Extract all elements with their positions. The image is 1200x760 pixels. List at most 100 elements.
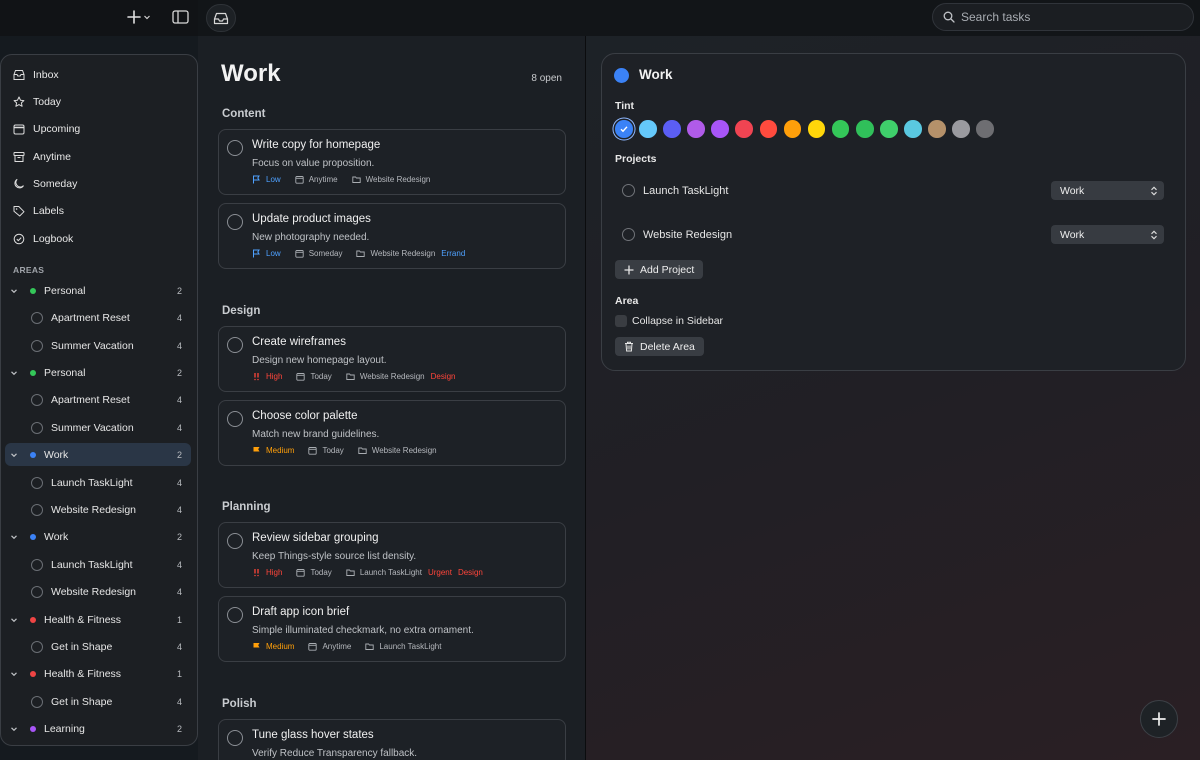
plus-icon xyxy=(1152,712,1166,726)
sidebar-project-row[interactable]: Summer Vacation 4 xyxy=(5,334,191,357)
tint-swatch[interactable] xyxy=(880,120,898,138)
task-note: Simple illuminated checkmark, no extra o… xyxy=(252,625,474,636)
nav-logbook[interactable]: Logbook xyxy=(13,229,73,249)
sidebar-area-row[interactable]: Health & Fitness 1 xyxy=(5,662,191,685)
area-title[interactable]: Work xyxy=(639,67,673,82)
delete-area-button[interactable]: Delete Area xyxy=(615,337,704,356)
sidebar-project-row[interactable]: Website Redesign 4 xyxy=(5,580,191,603)
project-area-select[interactable]: Work xyxy=(1051,181,1164,200)
sidebar-project-row[interactable]: Launch TaskLight 4 xyxy=(5,471,191,494)
nav-someday[interactable]: Someday xyxy=(13,174,77,194)
chevron-down-icon[interactable] xyxy=(10,533,24,541)
calendar-icon xyxy=(296,569,306,577)
search-input[interactable] xyxy=(961,10,1181,24)
chevron-down-icon[interactable] xyxy=(10,725,24,733)
task-checkbox[interactable] xyxy=(227,214,243,230)
new-item-menu-button[interactable] xyxy=(124,7,154,27)
collapse-in-sidebar-checkbox[interactable]: Collapse in Sidebar xyxy=(615,315,723,327)
sidebar-area-row[interactable]: Work 2 xyxy=(5,443,191,466)
sidebar-project-row[interactable]: Website Redesign 4 xyxy=(5,498,191,521)
search-field[interactable] xyxy=(932,3,1194,31)
checkbox-box[interactable] xyxy=(615,315,627,327)
pane-divider[interactable] xyxy=(585,36,586,760)
project-circle-icon xyxy=(31,695,43,708)
priority-icon xyxy=(252,568,261,577)
tint-swatch[interactable] xyxy=(904,120,922,138)
sidebar-area-row[interactable]: Work 2 xyxy=(5,525,191,548)
task-checkbox[interactable] xyxy=(227,533,243,549)
task-meta: High Today Launch TaskLight Urgent Design xyxy=(252,568,483,577)
sidebar-area-row[interactable]: Personal 2 xyxy=(5,361,191,384)
tint-swatch[interactable] xyxy=(687,120,705,138)
updown-chevron-icon xyxy=(1150,186,1158,196)
nav-upcoming[interactable]: Upcoming xyxy=(13,119,80,139)
project-row[interactable]: Website Redesign xyxy=(622,228,732,241)
task-card[interactable]: Write copy for homepage Focus on value pr… xyxy=(218,129,566,195)
sidebar-project-row[interactable]: Summer Vacation 4 xyxy=(5,416,191,439)
toggle-sidebar-button[interactable] xyxy=(169,7,191,27)
task-checkbox[interactable] xyxy=(227,607,243,623)
task-checkbox[interactable] xyxy=(227,411,243,427)
task-checkbox[interactable] xyxy=(227,140,243,156)
chevron-down-icon[interactable] xyxy=(10,287,24,295)
flag-fill-icon xyxy=(253,447,260,455)
sidebar-project-row[interactable]: Apartment Reset 4 xyxy=(5,306,191,329)
tint-swatch[interactable] xyxy=(711,120,729,138)
task-checkbox[interactable] xyxy=(227,730,243,746)
task-card[interactable]: Update product images New photography nee… xyxy=(218,203,566,269)
project-circle-icon xyxy=(31,311,43,324)
sidebar-icon xyxy=(171,10,189,24)
nav-labels[interactable]: Labels xyxy=(13,201,64,221)
checkbox-label: Collapse in Sidebar xyxy=(632,315,724,327)
task-title: Update product images xyxy=(252,213,371,225)
row-count: 4 xyxy=(176,312,182,323)
chevron-down-icon[interactable] xyxy=(10,451,24,459)
add-project-button[interactable]: Add Project xyxy=(615,260,704,279)
sidebar-project-row[interactable]: Apartment Reset 4 xyxy=(5,388,191,411)
tint-swatch[interactable] xyxy=(663,120,681,138)
tint-swatch[interactable] xyxy=(759,120,778,138)
project-icon xyxy=(346,568,355,577)
sidebar-project-row[interactable]: Launch TaskLight 4 xyxy=(5,553,191,576)
calendar-icon xyxy=(295,250,304,258)
nav-anytime[interactable]: Anytime xyxy=(13,147,71,167)
tint-swatch[interactable] xyxy=(928,120,946,138)
tint-swatch[interactable] xyxy=(783,120,802,138)
add-task-button[interactable] xyxy=(1140,700,1178,738)
tint-swatch[interactable] xyxy=(615,120,633,138)
tint-swatch[interactable] xyxy=(952,120,970,138)
task-card[interactable]: Choose color palette Match new brand guid… xyxy=(218,400,566,466)
tint-swatch[interactable] xyxy=(639,120,657,138)
area-color-dot xyxy=(30,369,36,376)
task-card[interactable]: Draft app icon brief Simple illuminated c… xyxy=(218,596,566,662)
sidebar-area-row[interactable]: Personal 2 xyxy=(5,279,191,302)
sidebar-area-row[interactable]: Learning 2 xyxy=(5,717,191,740)
nav-today[interactable]: Today xyxy=(13,92,61,112)
tint-swatch[interactable] xyxy=(855,120,874,138)
task-card[interactable]: Review sidebar grouping Keep Things-style… xyxy=(218,522,566,588)
nav-label: Inbox xyxy=(33,69,59,81)
button-label: Add Project xyxy=(640,263,695,276)
sidebar-project-row[interactable]: Get in Shape 4 xyxy=(5,690,191,713)
calendar-icon xyxy=(13,124,25,135)
chevron-down-icon[interactable] xyxy=(10,369,24,377)
task-note: Match new brand guidelines. xyxy=(252,429,380,440)
project-area-select[interactable]: Work xyxy=(1051,225,1164,244)
plus-icon xyxy=(624,264,634,275)
task-card[interactable]: Create wireframes Design new homepage lay… xyxy=(218,326,566,392)
tint-swatch[interactable] xyxy=(735,120,754,138)
inbox-toolbar-button[interactable] xyxy=(206,4,236,32)
sidebar-area-row[interactable]: Health & Fitness 1 xyxy=(5,608,191,631)
tint-swatch[interactable] xyxy=(807,120,826,138)
chevron-down-icon[interactable] xyxy=(10,616,24,624)
nav-inbox[interactable]: Inbox xyxy=(13,65,59,85)
exclamation-icon xyxy=(254,373,259,381)
chevron-down-icon[interactable] xyxy=(10,670,24,678)
sidebar-project-row[interactable]: Get in Shape 4 xyxy=(5,635,191,658)
task-checkbox[interactable] xyxy=(227,337,243,353)
task-card[interactable]: Tune glass hover states Verify Reduce Tra… xyxy=(218,719,566,760)
project-row[interactable]: Launch TaskLight xyxy=(622,184,728,197)
tint-swatch[interactable] xyxy=(831,120,850,138)
folder-icon xyxy=(351,176,361,183)
tint-swatch[interactable] xyxy=(976,120,994,138)
